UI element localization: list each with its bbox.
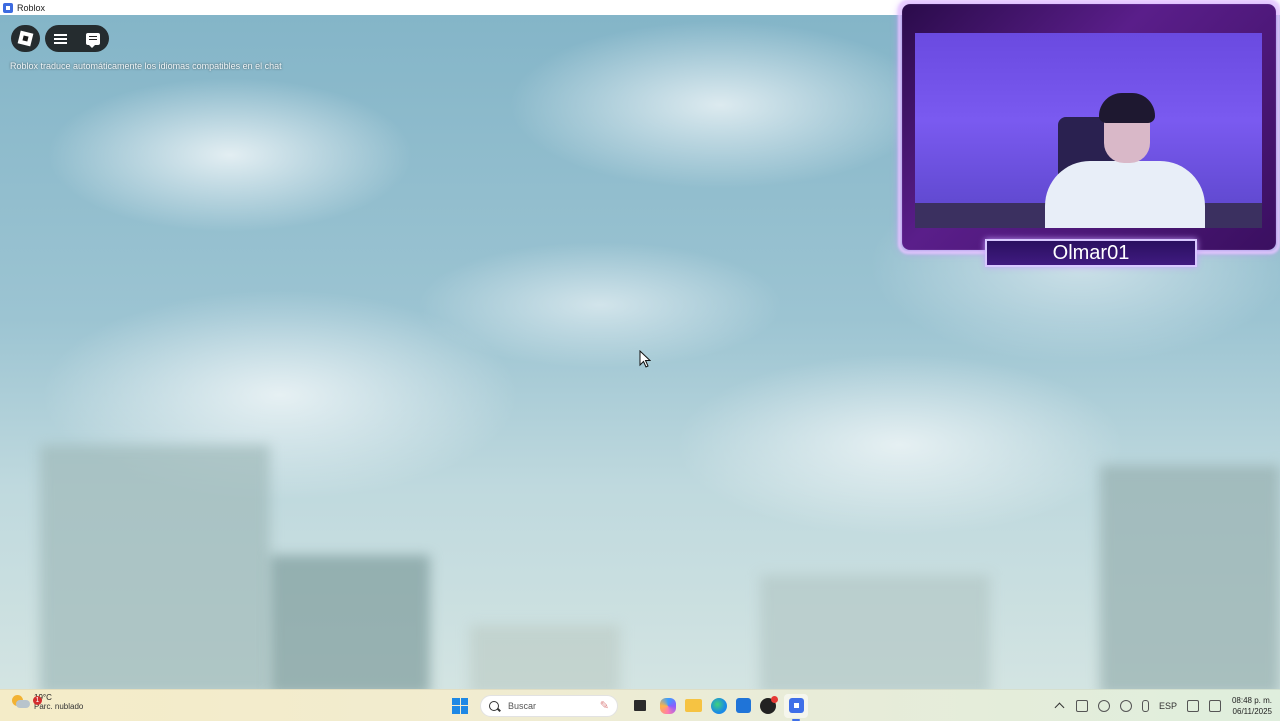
blurred-building: [760, 575, 990, 689]
streamer-body: [1045, 161, 1205, 228]
blurred-building: [40, 445, 270, 689]
search-placeholder: Buscar: [508, 700, 537, 711]
input-language[interactable]: ESP: [1159, 701, 1177, 711]
translation-notice: Roblox traduce automáticamente los idiom…: [10, 61, 282, 71]
roblox-topbar-pill: [45, 25, 109, 52]
cloud-icon[interactable]: [1119, 699, 1132, 712]
streamer-name: Olmar01: [1052, 241, 1130, 264]
system-tray: ESP 08:48 p. m. 06/11/2025: [1050, 690, 1272, 721]
clock-time: 08:48 p. m.: [1231, 695, 1272, 705]
weather-widget[interactable]: 1 19°C Parc. nublado: [12, 693, 83, 711]
weather-condition: Parc. nublado: [34, 702, 84, 711]
usb-icon[interactable]: [1075, 699, 1088, 712]
blurred-building: [1100, 465, 1280, 689]
task-view-icon[interactable]: [634, 700, 646, 711]
clock[interactable]: 08:48 p. m. 06/11/2025: [1232, 695, 1272, 717]
windows-start-icon[interactable]: [452, 697, 468, 714]
webcam-video: [915, 33, 1262, 228]
search-icon: [489, 700, 499, 711]
taskbar: 1 19°C Parc. nublado Buscar ✎ ESP 08:48 …: [0, 689, 1280, 721]
partly-cloudy-icon: [12, 695, 30, 709]
roblox-app-icon: [3, 2, 13, 13]
blurred-building: [470, 625, 620, 689]
clock-date: 06/11/2025: [1232, 706, 1272, 716]
volume-icon[interactable]: [1208, 699, 1221, 712]
copilot-icon[interactable]: [659, 697, 676, 714]
file-explorer-icon[interactable]: [684, 699, 702, 712]
roblox-taskbar-button[interactable]: [784, 693, 808, 721]
chat-icon[interactable]: [85, 32, 100, 48]
hamburger-menu-icon[interactable]: [54, 33, 68, 44]
notification-badge: 1: [33, 696, 42, 705]
taskbar-center: Buscar ✎: [452, 690, 808, 721]
roblox-logo-icon: [17, 30, 34, 47]
search-highlight-icon: ✎: [599, 700, 609, 712]
streamer-name-plate: Olmar01: [985, 239, 1197, 267]
sync-icon[interactable]: [1097, 699, 1110, 712]
blurred-building: [270, 555, 430, 689]
microsoft-store-icon[interactable]: [735, 698, 751, 713]
window-title: Roblox: [17, 2, 46, 13]
roblox-icon: [788, 698, 804, 713]
taskbar-search[interactable]: Buscar ✎: [480, 694, 618, 717]
microphone-icon[interactable]: [1141, 699, 1149, 712]
show-hidden-icons-chevron-icon[interactable]: [1054, 702, 1065, 713]
network-icon[interactable]: [1186, 699, 1199, 712]
roblox-menu-button[interactable]: [11, 25, 40, 52]
obs-studio-icon[interactable]: [759, 695, 778, 714]
streamer-hair: [1099, 93, 1155, 123]
edge-browser-icon[interactable]: [710, 697, 727, 714]
